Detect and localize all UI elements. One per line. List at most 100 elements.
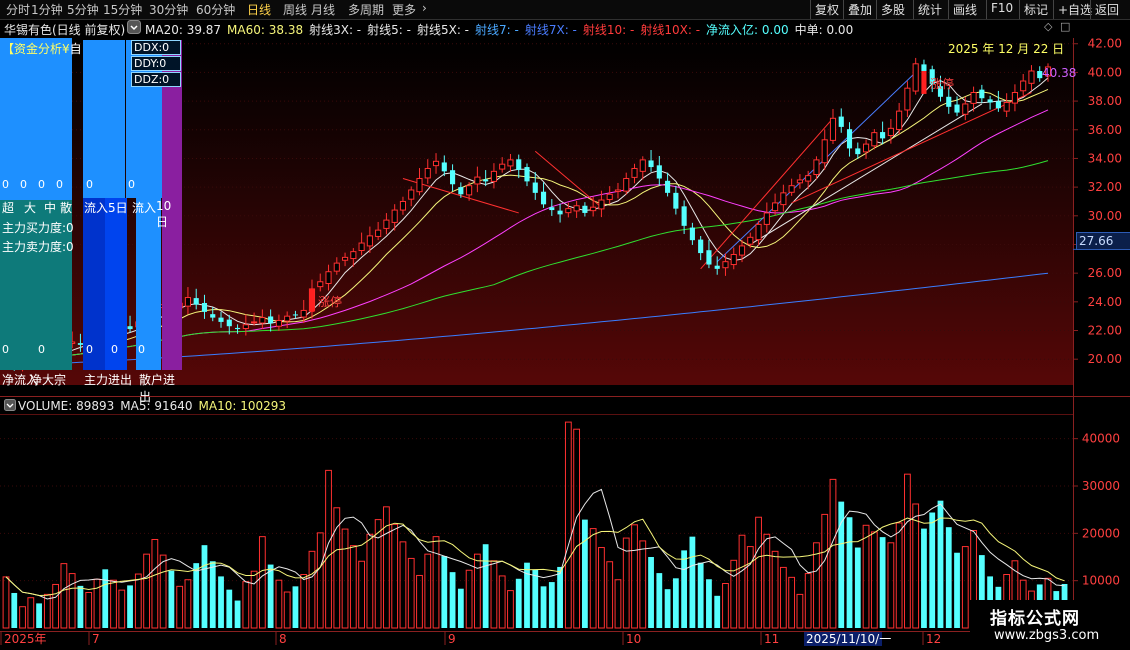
volume-bar-up [159, 554, 167, 629]
volume-bar-down [929, 512, 936, 628]
volume-bar-up [589, 528, 597, 629]
volume-bar-up [614, 579, 622, 629]
volume-bar-up [746, 546, 754, 629]
candle-body-down [210, 314, 216, 318]
limit-up-candle [309, 288, 315, 312]
candle-body-up [722, 261, 729, 269]
candle-body-up [573, 205, 580, 212]
volume-bar-down [36, 603, 42, 628]
volume-settings-icon-svg [4, 399, 16, 411]
volume-bar-up [349, 545, 357, 629]
candle-body-up [796, 179, 803, 184]
candle-body-down [226, 319, 232, 327]
candle-body-up [383, 219, 390, 229]
header-5day: 5日 [108, 201, 128, 215]
price-tick-label: 26.00 [1088, 266, 1122, 280]
candle-body-up [474, 176, 481, 185]
volume-bar-down [218, 576, 224, 628]
volume-bar-up [275, 579, 283, 629]
volume-bar-down [879, 537, 886, 628]
zero-label: 0 [56, 178, 63, 191]
bar-large [18, 38, 36, 200]
diamond-icon[interactable]: ◇ [1044, 20, 1052, 33]
xaxis-label: 2025/11/10/一 [806, 632, 891, 646]
volume-bar-up [564, 421, 572, 629]
panel-title: 【资金分析¥自 [2, 40, 82, 57]
candle-body-up [598, 199, 605, 210]
candle-body-down [673, 192, 679, 209]
candle-body-down [193, 298, 199, 305]
header-10day: 10日 [156, 199, 172, 229]
volume-gridlines [0, 438, 1078, 582]
candle-body-up [871, 132, 878, 147]
square-icon[interactable]: □ [1060, 20, 1070, 33]
volume-bar-up [2, 576, 10, 629]
volume-bar-down [540, 586, 547, 628]
candle-body-up [829, 117, 837, 141]
volume-bar-up [829, 478, 837, 629]
volume-bar-down [681, 550, 688, 628]
candle-body-up [333, 262, 340, 272]
zero-label: 0 [2, 343, 9, 356]
candle-body-down [995, 101, 1001, 109]
volume-bar-down [457, 588, 464, 628]
volume-bar-down [234, 600, 241, 628]
candle-body-up [490, 170, 497, 182]
candle-body-down [698, 239, 704, 254]
candle-body-down [681, 206, 687, 226]
candle-body-down [714, 265, 720, 269]
candle-body-up [730, 254, 737, 266]
volume-bar-down [77, 585, 84, 628]
volume-bar-down [714, 595, 721, 628]
candle-body-down [268, 316, 274, 324]
candle-body-down [540, 191, 547, 205]
candle-body-up [259, 317, 266, 324]
price-tick-label: 36.00 [1088, 123, 1122, 137]
candle-body-down [218, 317, 224, 322]
volume-bar-up [606, 561, 614, 629]
volume-bar-down [706, 579, 712, 628]
limit-up-label: 涨停 [930, 76, 954, 91]
zero-label: 0 [86, 343, 93, 356]
volume-bar-down [648, 557, 654, 628]
xaxis-label: 9 [448, 632, 456, 646]
candle-body-up [623, 178, 630, 192]
limit-up-candle [921, 70, 927, 94]
volume-bar-down [854, 547, 861, 628]
volume-bar-up [738, 534, 746, 629]
candle-body-down [201, 302, 208, 312]
volume-settings-icon[interactable] [4, 399, 16, 411]
bar-retail [54, 38, 72, 200]
volume-bar-up [52, 583, 60, 629]
candle-body-up [184, 297, 192, 307]
price-tick-label: 30.00 [1088, 209, 1122, 223]
xaxis-label: 2025年 [4, 632, 47, 646]
volume-bar-up [771, 550, 779, 629]
candle-body-down [532, 182, 538, 193]
watermark-title: 指标公式网 [990, 609, 1080, 629]
label-net-block: 净大宗 [30, 373, 67, 387]
volume-bar-up [283, 591, 291, 629]
candle-body-down [582, 205, 588, 213]
candle-body-down [921, 64, 927, 71]
volume-bar-up [184, 579, 192, 629]
candle-body-down [648, 160, 654, 168]
candle-body-down [549, 207, 555, 211]
candle-body-up [904, 87, 911, 111]
price-tick-labels: 20.0022.0024.0026.0028.0030.0032.0034.00… [1088, 37, 1122, 366]
candle-body-up [565, 208, 572, 214]
candle-body-down [557, 210, 563, 215]
volume-bar-up [85, 592, 93, 629]
volume-bar-down [954, 552, 960, 628]
candle-body-up [805, 175, 812, 182]
volume-bar-up [258, 536, 266, 629]
volume-bar-down [441, 556, 448, 628]
candle-body-up [325, 271, 332, 284]
candle-body-up [631, 167, 638, 178]
volume-bar-up [399, 541, 407, 629]
volume-bar-down [846, 517, 853, 628]
candle-body-down [855, 148, 861, 155]
volume-bar-up [19, 606, 26, 629]
header-large: 大 [24, 201, 37, 215]
volume-bar-down [449, 572, 456, 628]
